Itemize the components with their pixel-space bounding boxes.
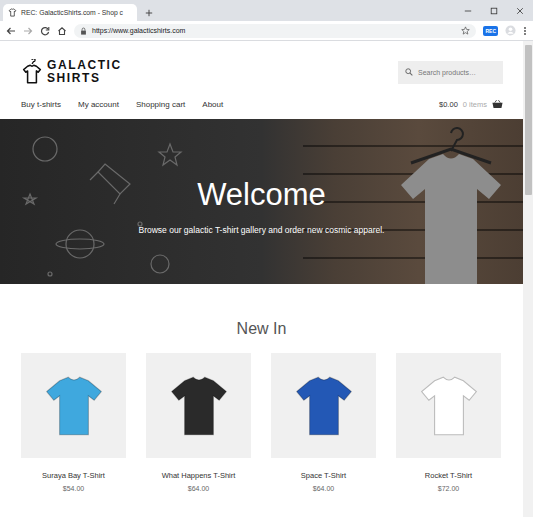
search-field[interactable]: Search products… <box>398 61 503 84</box>
product-image[interactable] <box>21 353 126 458</box>
product-name[interactable]: Space T-Shirt <box>301 471 346 480</box>
new-tab-button[interactable] <box>141 4 157 21</box>
minimize-button[interactable] <box>455 0 481 21</box>
tab-title: REC: GalacticShirts.com - Shop c <box>21 9 123 16</box>
product-card[interactable]: Suraya Bay T-Shirt $54.00 <box>21 353 126 492</box>
t-shirt-icon <box>163 370 235 442</box>
hero-banner: Welcome Browse our galactic T-shirt galle… <box>0 119 523 284</box>
product-image[interactable] <box>396 353 501 458</box>
wood-planks <box>303 119 523 284</box>
lock-icon <box>80 27 87 35</box>
home-icon[interactable] <box>57 26 67 36</box>
profile-icon[interactable] <box>505 25 516 36</box>
product-name[interactable]: What Happens T-Shirt <box>162 471 236 480</box>
space-doodles-icon <box>10 124 210 284</box>
site-logo[interactable]: GALACTICSHIRTS <box>21 59 122 85</box>
site-header: GALACTICSHIRTS Search products… <box>0 41 523 85</box>
t-shirt-icon <box>288 370 360 442</box>
magnifier-icon <box>405 68 413 76</box>
navigation-bar: Buy t-shirts My account Shopping cart About… <box>0 85 523 119</box>
t-shirt-icon <box>38 370 110 442</box>
shirt-body <box>46 377 101 435</box>
product-price: $72.00 <box>438 485 459 492</box>
hero-subtitle: Browse our galactic T-shirt gallery and … <box>139 225 385 235</box>
maximize-button[interactable] <box>481 0 507 21</box>
product-price: $64.00 <box>313 485 334 492</box>
address-bar[interactable]: https://www.galacticshirts.com <box>74 24 476 38</box>
nav-link[interactable]: Buy t-shirts <box>21 100 61 109</box>
maximize-icon <box>490 7 498 15</box>
nav-link[interactable]: Shopping cart <box>136 100 185 109</box>
cart-summary[interactable]: $0.00 0 items <box>439 99 503 109</box>
browser-toolbar: https://www.galacticshirts.com REC <box>0 21 533 41</box>
plus-icon <box>145 9 153 17</box>
logo-word: GALACTIC <box>47 59 122 72</box>
product-card[interactable]: Rocket T-Shirt $72.00 <box>396 353 501 492</box>
cart-count[interactable]: 0 items <box>463 100 487 109</box>
shirt-hanger-logo-icon <box>21 59 43 85</box>
product-price: $54.00 <box>63 485 84 492</box>
back-arrow-icon[interactable] <box>6 26 16 36</box>
product-image[interactable] <box>271 353 376 458</box>
reload-icon[interactable] <box>40 26 50 36</box>
scrollbar-thumb[interactable] <box>525 45 532 195</box>
main-menu: Buy t-shirts My account Shopping cart About <box>21 100 439 109</box>
browser-tab[interactable]: REC: GalacticShirts.com - Shop c <box>3 4 137 21</box>
basket-icon[interactable] <box>492 99 503 109</box>
nav-link[interactable]: About <box>202 100 223 109</box>
logo-text: GALACTICSHIRTS <box>47 59 122 85</box>
close-button[interactable] <box>507 0 533 21</box>
scrollbar[interactable] <box>523 41 533 517</box>
product-name[interactable]: Rocket T-Shirt <box>425 471 472 480</box>
section-title: New In <box>0 284 523 353</box>
shirt-body <box>171 377 226 435</box>
tab-bar: REC: GalacticShirts.com - Shop c <box>0 0 533 21</box>
nav-link[interactable]: My account <box>78 100 119 109</box>
page-content: GALACTICSHIRTS Search products… Buy t-shir… <box>0 41 523 517</box>
product-price: $64.00 <box>188 485 209 492</box>
t-shirt-icon <box>413 370 485 442</box>
extension-badge[interactable]: REC <box>483 26 498 36</box>
address-text[interactable]: https://www.galacticshirts.com <box>92 27 456 34</box>
product-grid: Suraya Bay T-Shirt $54.00 What Happens T-S… <box>0 353 523 492</box>
product-image[interactable] <box>146 353 251 458</box>
browser-window: REC: GalacticShirts.com - Shop c https://… <box>0 0 533 517</box>
shirt-body <box>296 377 351 435</box>
shirt-favicon-icon <box>8 8 17 17</box>
logo-word: SHIRTS <box>47 72 122 85</box>
star-icon[interactable] <box>461 26 470 35</box>
product-name[interactable]: Suraya Bay T-Shirt <box>42 471 105 480</box>
hanging-shirt-icon <box>391 127 511 284</box>
shirt-body <box>421 377 476 435</box>
hero-title: Welcome <box>197 177 326 213</box>
close-icon <box>516 7 524 15</box>
product-card[interactable]: What Happens T-Shirt $64.00 <box>146 353 251 492</box>
search-placeholder[interactable]: Search products… <box>418 69 476 76</box>
menu-dots-icon[interactable] <box>523 26 527 36</box>
cart-total[interactable]: $0.00 <box>439 100 458 109</box>
web-page: GALACTICSHIRTS Search products… Buy t-shir… <box>0 41 533 517</box>
minimize-icon <box>464 7 472 15</box>
product-card[interactable]: Space T-Shirt $64.00 <box>271 353 376 492</box>
forward-arrow-icon[interactable] <box>23 26 33 36</box>
